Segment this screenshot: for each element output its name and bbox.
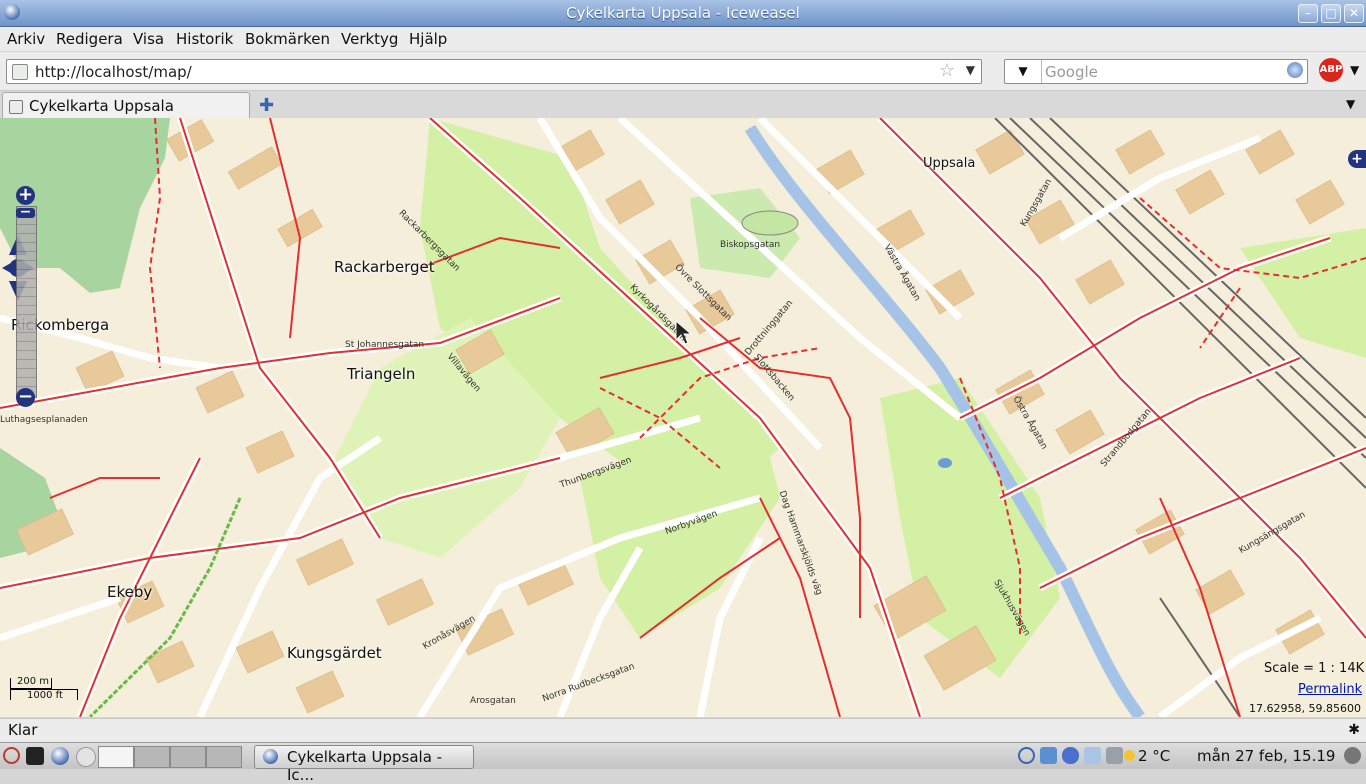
mouse-position: 17.62958, 59.85600 [1249, 702, 1361, 715]
permalink-link[interactable]: Permalink [1298, 682, 1362, 697]
power-icon[interactable] [1344, 747, 1361, 764]
browser-launcher-icon[interactable] [51, 747, 69, 765]
status-text: Klar [8, 721, 38, 739]
map-viewport[interactable]: Rackarberget Rickomberga Triangeln Ekeby… [0, 118, 1366, 717]
bluetooth-icon[interactable] [1062, 747, 1079, 764]
tab-label: Cykelkarta Uppsala [29, 97, 174, 115]
window-titlebar: Cykelkarta Uppsala - Iceweasel – □ ✕ [0, 0, 1366, 27]
resize-grip-icon[interactable]: ✱ [1348, 722, 1360, 738]
zoom-in-button[interactable]: + [16, 186, 35, 205]
tab-favicon-icon [9, 100, 23, 114]
new-tab-button[interactable]: ✚ [259, 95, 274, 116]
workspace-4[interactable] [206, 746, 242, 768]
tab-cykelkarta[interactable]: Cykelkarta Uppsala [2, 92, 250, 119]
street-label: Arosgatan [470, 696, 516, 706]
status-bar: Klar ✱ [0, 718, 1366, 742]
weather-temperature[interactable]: 2 °C [1138, 747, 1170, 765]
search-box[interactable]: ▼ Google [1004, 59, 1308, 84]
adblock-plus-button[interactable]: ABP [1319, 58, 1343, 82]
minimize-button[interactable]: – [1298, 4, 1318, 23]
menu-bar: Arkiv Redigera Visa Historik Bokmärken V… [0, 27, 1366, 51]
zoom-out-button[interactable]: − [16, 388, 35, 407]
mail-launcher-icon[interactable] [76, 747, 96, 767]
clipboard-icon[interactable] [1106, 747, 1123, 764]
site-favicon-icon [12, 64, 28, 80]
scale-imperial: 1000 ft [27, 690, 63, 701]
zoom-slider[interactable] [16, 206, 37, 398]
place-label-uppsala: Uppsala [923, 156, 976, 171]
place-label-rackarberget: Rackarberget [334, 258, 435, 276]
browser-icon [263, 749, 278, 764]
update-notifier-icon[interactable] [1018, 747, 1035, 764]
taskbar-window-label: Cykelkarta Uppsala - Ic... [287, 748, 443, 784]
tab-list-dropdown-icon[interactable]: ▼ [1346, 97, 1355, 111]
scale-ratio: Scale = 1 : 14K [1264, 661, 1365, 676]
menu-verktyg[interactable]: Verktyg [341, 30, 398, 48]
search-go-icon[interactable] [1287, 62, 1303, 78]
scale-metric: 200 m [17, 676, 50, 687]
menu-visa[interactable]: Visa [133, 30, 164, 48]
weather-sun-icon [1124, 750, 1135, 761]
menu-arkiv[interactable]: Arkiv [7, 30, 45, 48]
url-bar[interactable]: http://localhost/map/ ☆ ▼ [6, 59, 982, 84]
place-label-ekeby: Ekeby [107, 583, 153, 601]
debian-menu-icon[interactable] [3, 747, 20, 764]
bookmark-star-icon[interactable]: ☆ [939, 60, 955, 81]
menu-redigera[interactable]: Redigera [56, 30, 123, 48]
layer-switcher-button[interactable]: + [1348, 150, 1366, 168]
close-button[interactable]: ✕ [1344, 4, 1364, 23]
place-label-kungsgardet: Kungsgärdet [287, 644, 382, 662]
map-canvas [0, 118, 1366, 717]
search-engine-selector[interactable]: ▼ [1005, 60, 1042, 83]
menu-historik[interactable]: Historik [176, 30, 233, 48]
network-icon[interactable] [1040, 747, 1057, 764]
clock[interactable]: mån 27 feb, 15.19 [1197, 747, 1335, 765]
place-label-triangeln: Triangeln [347, 365, 416, 383]
tab-bar: Cykelkarta Uppsala [0, 91, 1366, 119]
terminal-launcher-icon[interactable] [26, 747, 44, 765]
scale-line: 200 m 1000 ft [10, 676, 78, 701]
url-history-dropdown-icon[interactable]: ▼ [966, 63, 975, 77]
taskbar-window-button[interactable]: Cykelkarta Uppsala - Ic... [254, 745, 474, 784]
navigation-toolbar: http://localhost/map/ ☆ ▼ ▼ Google [0, 52, 1366, 91]
maximize-button[interactable]: □ [1321, 4, 1341, 23]
system-taskbar: Cykelkarta Uppsala - Ic... 2 °C mån 27 f… [0, 742, 1366, 784]
adblock-menu-dropdown-icon[interactable]: ▼ [1350, 63, 1359, 77]
workspace-2[interactable] [134, 746, 170, 768]
street-label: St Johannesgatan [345, 340, 425, 350]
zoom-slider-handle[interactable]: − [16, 205, 35, 219]
menu-bokmarken[interactable]: Bokmärken [245, 30, 330, 48]
menu-hjalp[interactable]: Hjälp [409, 30, 447, 48]
search-input[interactable]: Google [1045, 63, 1098, 81]
magnifier-icon[interactable] [1084, 747, 1101, 764]
street-label: Biskopsgatan [720, 240, 781, 250]
window-title: Cykelkarta Uppsala - Iceweasel [566, 4, 800, 22]
workspace-3[interactable] [170, 746, 206, 768]
workspace-1[interactable] [98, 746, 134, 768]
url-text[interactable]: http://localhost/map/ [35, 63, 192, 81]
